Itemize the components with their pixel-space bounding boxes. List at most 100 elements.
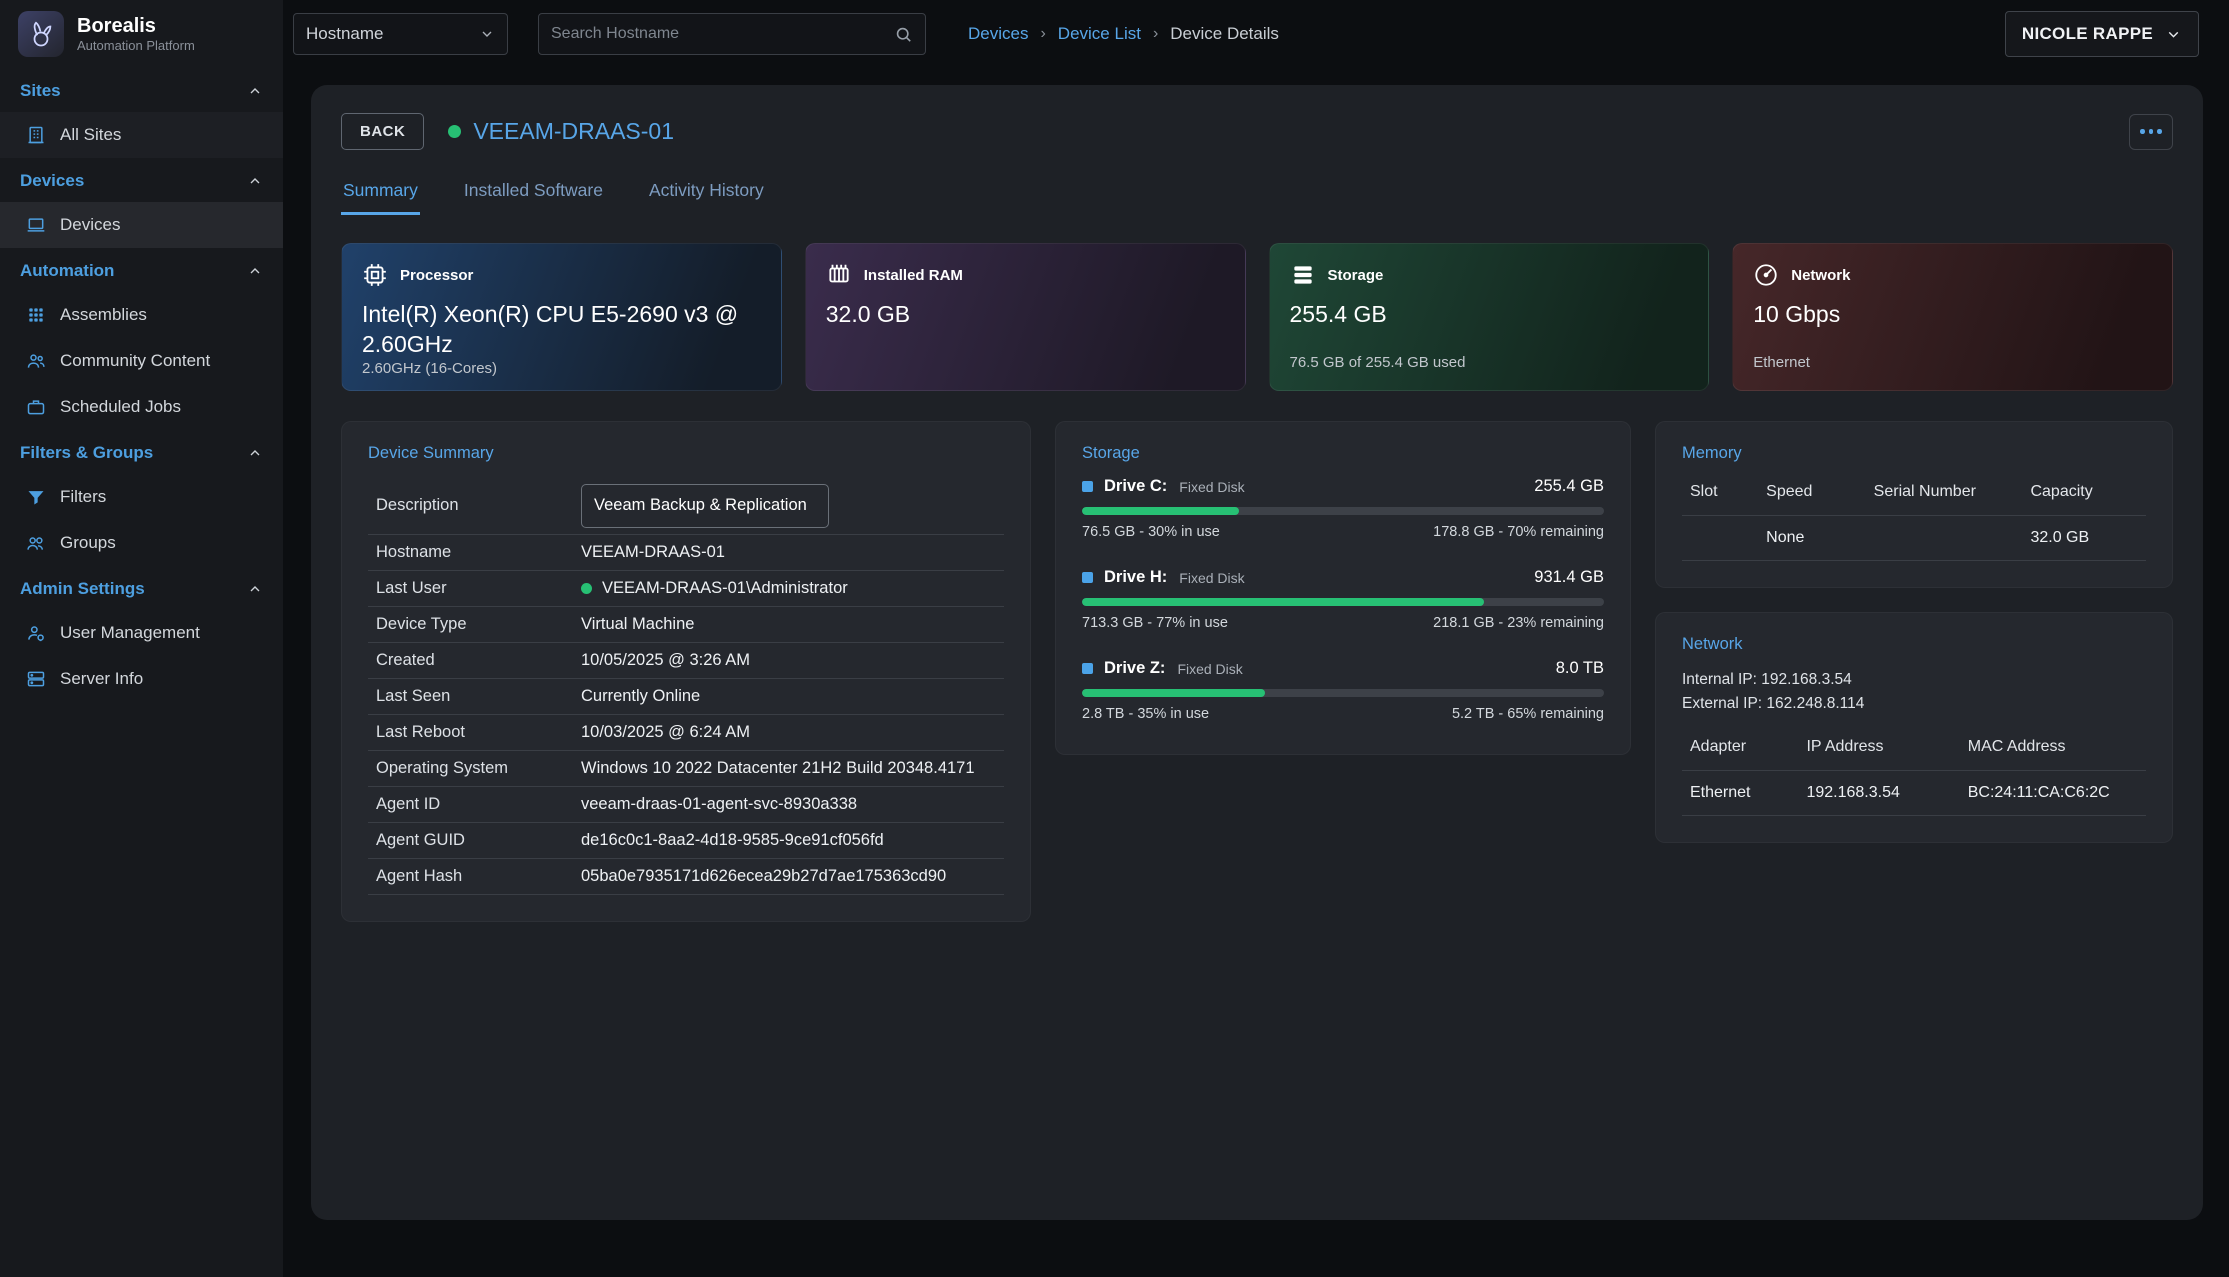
external-ip: External IP: 162.248.8.114	[1682, 692, 2146, 716]
row-label: Created	[376, 651, 581, 670]
summary-row-agent-hash: Agent Hash 05ba0e7935171d626ecea29b27d7a…	[368, 859, 1004, 895]
breadcrumb-devices[interactable]: Devices	[968, 24, 1028, 44]
sidebar-item-label: Scheduled Jobs	[60, 397, 181, 417]
row-value: VEEAM-DRAAS-01	[581, 543, 996, 562]
device-summary-panel: Device Summary Description Hostname VEEA…	[341, 421, 1031, 922]
sidebar: Borealis Automation Platform Sites All S…	[0, 0, 283, 1277]
sidebar-section-filters-groups[interactable]: Filters & Groups	[0, 430, 283, 474]
speedometer-icon	[1753, 262, 1779, 288]
device-header: BACK VEEAM-DRAAS-01	[341, 113, 2173, 150]
panel-title: Device Summary	[368, 444, 1004, 463]
summary-row-last-reboot: Last Reboot 10/03/2025 @ 6:24 AM	[368, 715, 1004, 751]
drive-usage-bar	[1082, 598, 1604, 606]
drive-used: 713.3 GB - 77% in use	[1082, 615, 1228, 631]
row-value: de16c0c1-8aa2-4d18-9585-9ce91cf056fd	[581, 831, 996, 850]
row-value: 05ba0e7935171d626ecea29b27d7ae175363cd90	[581, 867, 996, 886]
briefcase-icon	[26, 397, 46, 417]
row-value: 10/05/2025 @ 3:26 AM	[581, 651, 996, 670]
col-ip-address: IP Address	[1806, 738, 1967, 756]
col-mac-address: MAC Address	[1968, 738, 2138, 756]
drive-remaining: 218.1 GB - 23% remaining	[1433, 615, 1604, 631]
tab-summary[interactable]: Summary	[341, 172, 420, 215]
brand-name: Borealis	[77, 15, 195, 38]
sidebar-item-label: Filters	[60, 487, 106, 507]
stat-cards: Processor Intel(R) Xeon(R) CPU E5-2690 v…	[341, 243, 2173, 391]
search-icon	[894, 25, 913, 44]
sidebar-item-label: Community Content	[60, 351, 210, 371]
drive-usage-bar	[1082, 689, 1604, 697]
device-name: VEEAM-DRAAS-01	[473, 118, 674, 145]
memory-table-row: None 32.0 GB	[1682, 515, 2146, 561]
memory-table-header: Slot Speed Serial Number Capacity	[1682, 477, 2146, 515]
brand-subtitle: Automation Platform	[77, 38, 195, 53]
breadcrumb-device-list[interactable]: Device List	[1058, 24, 1141, 44]
sidebar-item-devices[interactable]: Devices	[0, 202, 283, 248]
summary-row-operating-system: Operating System Windows 10 2022 Datacen…	[368, 751, 1004, 787]
hostname-filter-select[interactable]: Hostname	[293, 13, 508, 55]
user-gear-icon	[26, 623, 46, 643]
sidebar-item-server-info[interactable]: Server Info	[0, 656, 283, 702]
col-serial-number: Serial Number	[1874, 483, 2031, 501]
drive-icon	[1082, 572, 1093, 583]
sidebar-item-groups[interactable]: Groups	[0, 520, 283, 566]
drive-size: 931.4 GB	[1534, 568, 1604, 587]
col-adapter: Adapter	[1690, 738, 1806, 756]
internal-ip: Internal IP: 192.168.3.54	[1682, 668, 2146, 692]
stat-value: 32.0 GB	[826, 300, 1225, 330]
stat-value: Intel(R) Xeon(R) CPU E5-2690 v3 @ 2.60GH…	[362, 300, 761, 360]
description-input[interactable]	[581, 484, 829, 528]
sidebar-item-label: Server Info	[60, 669, 143, 689]
row-value: Windows 10 2022 Datacenter 21H2 Build 20…	[581, 759, 996, 778]
summary-row-created: Created 10/05/2025 @ 3:26 AM	[368, 643, 1004, 679]
cell-speed: None	[1766, 529, 1874, 547]
drive-h: Drive H: Fixed Disk 931.4 GB 713.3 GB - …	[1082, 568, 1604, 631]
stat-subtitle: Ethernet	[1753, 354, 2152, 372]
sidebar-item-user-management[interactable]: User Management	[0, 610, 283, 656]
back-button[interactable]: BACK	[341, 113, 424, 150]
stat-card-processor: Processor Intel(R) Xeon(R) CPU E5-2690 v…	[341, 243, 782, 391]
memory-panel: Memory Slot Speed Serial Number Capacity…	[1655, 421, 2173, 588]
sidebar-item-assemblies[interactable]: Assemblies	[0, 292, 283, 338]
sidebar-item-filters[interactable]: Filters	[0, 474, 283, 520]
brand[interactable]: Borealis Automation Platform	[0, 0, 283, 68]
sidebar-item-all-sites[interactable]: All Sites	[0, 112, 283, 158]
sidebar-section-sites[interactable]: Sites	[0, 68, 283, 112]
more-options-button[interactable]	[2129, 114, 2173, 150]
cell-mac-address: BC:24:11:CA:C6:2C	[1968, 784, 2138, 802]
stat-card-installed-ram: Installed RAM 32.0 GB	[805, 243, 1246, 391]
row-value: Virtual Machine	[581, 615, 996, 634]
sidebar-item-community-content[interactable]: Community Content	[0, 338, 283, 384]
summary-row-agent-guid: Agent GUID de16c0c1-8aa2-4d18-9585-9ce91…	[368, 823, 1004, 859]
sidebar-item-label: All Sites	[60, 125, 121, 145]
stat-value: 255.4 GB	[1290, 300, 1689, 330]
laptop-icon	[26, 215, 46, 235]
memory-chip-icon	[826, 262, 852, 288]
row-label: Last User	[376, 579, 581, 598]
main-content: BACK VEEAM-DRAAS-01 Summary Installed So…	[283, 68, 2229, 1277]
user-name: NICOLE RAPPE	[2022, 24, 2153, 44]
user-menu-button[interactable]: NICOLE RAPPE	[2005, 11, 2199, 57]
brand-text: Borealis Automation Platform	[77, 15, 195, 53]
drive-name: Drive C:	[1104, 477, 1167, 496]
summary-row-agent-id: Agent ID veeam-draas-01-agent-svc-8930a3…	[368, 787, 1004, 823]
sidebar-section-automation[interactable]: Automation	[0, 248, 283, 292]
search-input[interactable]	[551, 25, 894, 43]
section-title: Automation	[20, 261, 114, 281]
cell-ip-address: 192.168.3.54	[1806, 784, 1967, 802]
detail-panels: Device Summary Description Hostname VEEA…	[341, 421, 2173, 922]
row-label: Device Type	[376, 615, 581, 634]
people-icon	[26, 351, 46, 371]
tab-installed-software[interactable]: Installed Software	[462, 172, 605, 215]
sidebar-item-scheduled-jobs[interactable]: Scheduled Jobs	[0, 384, 283, 430]
funnel-icon	[26, 487, 46, 507]
panel-title: Storage	[1082, 444, 1604, 463]
sidebar-section-admin-settings[interactable]: Admin Settings	[0, 566, 283, 610]
sidebar-section-devices[interactable]: Devices	[0, 158, 283, 202]
row-label: Last Seen	[376, 687, 581, 706]
drive-size: 255.4 GB	[1534, 477, 1604, 496]
tab-activity-history[interactable]: Activity History	[647, 172, 766, 215]
drive-size: 8.0 TB	[1556, 659, 1604, 678]
stat-subtitle: 76.5 GB of 255.4 GB used	[1290, 354, 1689, 372]
sidebar-item-label: Groups	[60, 533, 116, 553]
stat-subtitle	[826, 354, 1225, 372]
